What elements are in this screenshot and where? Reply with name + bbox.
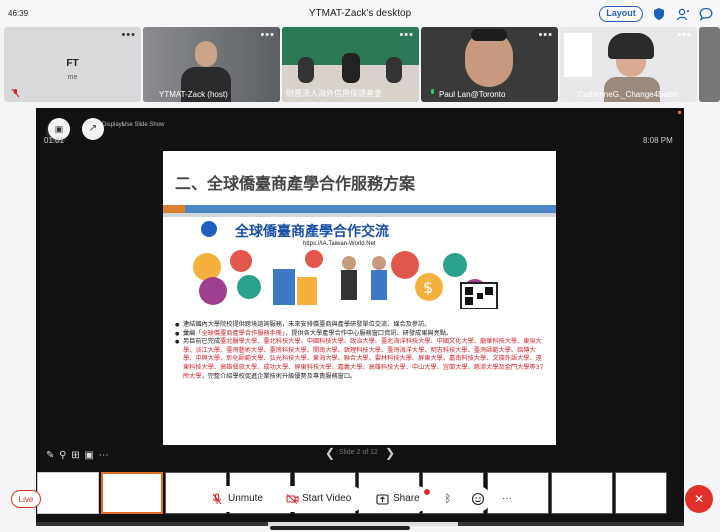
participant-name: YTMAT-Zack (host) (159, 90, 228, 99)
shield-icon[interactable] (652, 7, 666, 21)
slide-thumbnail[interactable] (615, 472, 667, 514)
banner-title: 全球僑臺商產學合作交流 (235, 224, 389, 240)
bluetooth-icon: ᛒ (444, 493, 452, 505)
next-slide-icon[interactable]: ❯ (385, 446, 395, 460)
illustration: $ (193, 250, 498, 309)
participant-sub: me (67, 74, 78, 81)
chat-icon[interactable] (699, 7, 713, 21)
more-icon: ··· (502, 493, 512, 504)
participant-tile-more[interactable] (699, 27, 720, 102)
share-icon (376, 494, 389, 505)
bluetooth-button[interactable]: ᛒ (435, 486, 461, 512)
reactions-button[interactable] (465, 486, 491, 512)
more-icon[interactable]: ••• (121, 29, 136, 41)
annotation-tools[interactable]: ✎ ⚲ ⊞ ▣ ⋯ (46, 450, 110, 461)
more-icon[interactable]: ••• (399, 29, 414, 41)
svg-text:$: $ (423, 278, 433, 297)
share-indicator (424, 489, 430, 495)
participant-tile-catherine[interactable]: ••• CatherineG._Change4Better (560, 27, 697, 102)
start-video-label: Start Video (302, 493, 352, 504)
slide-thumbnail[interactable] (551, 472, 613, 514)
person-head (195, 41, 217, 67)
participants-icon[interactable] (676, 7, 690, 21)
more-icon[interactable]: ••• (260, 29, 275, 41)
more-button[interactable]: ··· (494, 486, 520, 512)
toolbar-label: Use Slide Show (122, 122, 165, 128)
more-icon[interactable]: ••• (538, 29, 553, 41)
live-badge[interactable]: Live (11, 490, 41, 508)
participant-tile-fund[interactable]: ••• 財團法人海外信用保證基金 (282, 27, 419, 102)
video-off-icon (286, 494, 299, 504)
mic-icon (431, 89, 434, 94)
share-label: Share (393, 493, 420, 504)
bullet-item: 另目前已完成臺北醫學大學、臺北科技大學、中國科技大學、政治大學、臺北海洋科技大學… (175, 338, 547, 381)
unmute-button[interactable]: Unmute (200, 486, 274, 512)
participant-initials: FT (66, 58, 79, 69)
start-video-button[interactable]: Start Video (278, 486, 364, 512)
bullet-item: 彙編「全球僑臺商產學合作服務手冊」，提供各大學產學合作中心服務窗口資訊、研發成果… (175, 330, 547, 339)
slide-counter: Slide 2 of 12 (339, 449, 378, 456)
participant-name: 財團法人海外信用保證基金 (286, 89, 382, 98)
participant-tile-host[interactable]: ••• YTMAT-Zack (host) (143, 27, 280, 102)
slide-thumbnail-active[interactable] (101, 472, 163, 514)
slide-thumbnail[interactable] (37, 472, 99, 514)
bullet-item: 連結國內大學院校提供跨境諮詢服務，未來安排僑臺商與產學研發單位交流、媒合及參訪。 (175, 321, 547, 330)
muted-mic-icon (11, 88, 20, 98)
smiley-icon (471, 492, 485, 506)
participant-tile-paul[interactable]: ••• Paul Lan@Toronto (421, 27, 558, 102)
participant-name: CatherineG._Change4Better (578, 90, 680, 99)
slide-clock: 8:08 PM (643, 136, 673, 145)
slide-timer: 01:01 (44, 136, 65, 145)
share-button[interactable]: Share (368, 486, 430, 512)
unmute-label: Unmute (228, 493, 264, 504)
participant-name: Paul Lan@Toronto (439, 90, 506, 99)
current-slide: 二、全球僑臺商產學合作服務方案 全球僑臺商產學合作交流 https://IA.T… (163, 151, 556, 445)
participant-strip: FT me ••• ••• YTMAT-Zack (host) ••• 財團法人… (0, 27, 720, 102)
prev-slide-icon[interactable]: ❮ (325, 446, 335, 460)
more-icon[interactable]: ••• (677, 29, 692, 41)
home-indicator (270, 526, 410, 530)
title-bar: 46:39 YTMAT-Zack's desktop Layout (0, 0, 720, 26)
expand-icon[interactable]: ↗ (82, 118, 104, 140)
close-icon: ✕ (693, 492, 705, 506)
end-call-button[interactable]: ✕ (685, 485, 713, 513)
layout-button[interactable]: Layout (599, 6, 643, 22)
emblem-icon (201, 221, 217, 237)
participant-tile-me[interactable]: FT me ••• (4, 27, 141, 102)
slide-bullets: 連結國內大學院校提供跨境諮詢服務，未來安排僑臺商與產學研發單位交流、媒合及參訪。… (175, 321, 547, 381)
muted-mic-icon (212, 493, 222, 505)
slide-title: 二、全球僑臺商產學合作服務方案 (175, 174, 416, 193)
